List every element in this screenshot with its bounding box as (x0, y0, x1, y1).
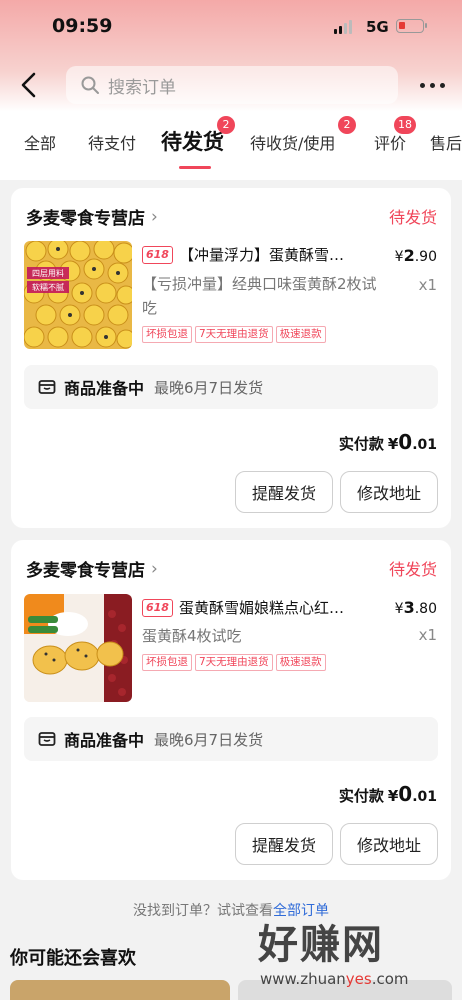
tab-pending-shipment-badge: 2 (217, 116, 235, 134)
recommend-item-image[interactable] (10, 980, 230, 1000)
chevron-right-icon: › (151, 558, 158, 579)
product-title-line[interactable]: 618 【冲量浮力】蛋黄酥雪… (142, 244, 372, 265)
watermark-logo: 好赚网 www.zhuanyes.com (258, 912, 458, 998)
product-image: 四层用料 软糯不腻 (24, 241, 132, 349)
tab-all[interactable]: 全部 (24, 130, 56, 154)
service-tag: 坏损包退 (142, 654, 192, 671)
order-tabs: 全部 待支付 待发货 2 待收货/使用 2 评价 18 售后 (0, 116, 462, 172)
watermark-main: 好赚网 (258, 922, 384, 968)
paid-amount: 实付款 ¥0.01 (339, 782, 437, 806)
modify-address-button[interactable]: 修改地址 (340, 823, 438, 865)
shop-name-link[interactable]: 多麦零食专营店 › (26, 204, 158, 230)
thumb-caption-2: 软糯不腻 (32, 282, 64, 292)
product-quantity: x1 (418, 626, 437, 644)
price-integer: 2 (403, 246, 415, 265)
status-bar: 09:59 5G (0, 0, 462, 52)
order-card[interactable]: 多麦零食专营店 › 待发货 四层用料 软糯不腻 618 【冲量浮力】蛋黄酥雪… (11, 188, 451, 528)
chevron-right-icon: › (151, 206, 158, 227)
paid-decimal: .01 (412, 437, 437, 453)
search-placeholder: 搜索订单 (108, 77, 176, 98)
remind-shipment-button[interactable]: 提醒发货 (235, 471, 333, 513)
product-title: 【冲量浮力】蛋黄酥雪… (178, 246, 344, 264)
shipping-status-title: 商品准备中 (64, 731, 145, 750)
network-label: 5G (366, 18, 389, 36)
paid-currency: ¥ (387, 787, 399, 805)
paid-currency: ¥ (387, 435, 399, 453)
shipping-status-bar[interactable]: 商品准备中 最晚6月7日发货 (24, 365, 438, 409)
shop-name: 多麦零食专营店 (26, 209, 145, 229)
shipping-eta: 最晚6月7日发货 (154, 378, 264, 397)
product-title: 蛋黄酥雪媚娘糕点心红… (178, 599, 344, 617)
product-spec: 【亏损冲量】经典口味蛋黄酥2枚试吃 (142, 275, 377, 317)
service-tag: 7天无理由退货 (195, 326, 273, 343)
watermark-url: www.zhuanyes.com (260, 970, 409, 988)
package-icon (38, 380, 56, 394)
paid-integer: 0 (398, 782, 413, 806)
product-thumbnail[interactable]: 四层用料 软糯不腻 (24, 241, 132, 349)
not-found-text: 没找到订单？试试查看 (133, 903, 273, 919)
product-spec: 蛋黄酥4枚试吃 (142, 627, 242, 645)
back-button[interactable] (16, 70, 44, 100)
search-icon (81, 76, 99, 94)
price-currency: ¥ (394, 601, 404, 617)
order-status: 待发货 (388, 208, 437, 227)
service-tag: 极速退款 (275, 654, 326, 671)
service-tag: 极速退款 (275, 326, 326, 343)
modify-address-button[interactable]: 修改地址 (340, 471, 438, 513)
paid-amount: 实付款 ¥0.01 (339, 430, 437, 454)
paid-integer: 0 (398, 430, 413, 454)
paid-label: 实付款 (338, 787, 384, 805)
tab-pending-shipment[interactable]: 待发货 (161, 126, 224, 156)
shop-name-link[interactable]: 多麦零食专营店 › (26, 556, 158, 582)
tab-reviews-badge: 18 (394, 116, 416, 134)
battery-icon (396, 19, 427, 33)
paid-label: 实付款 (338, 435, 384, 453)
service-tags: 坏损包退 7天无理由退货 极速退款 (142, 326, 326, 343)
paid-decimal: .01 (412, 789, 437, 805)
shipping-status-bar[interactable]: 商品准备中 最晚6月7日发货 (24, 717, 438, 761)
signal-icon (334, 20, 352, 34)
search-input[interactable]: 搜索订单 (66, 66, 398, 104)
promo-tag: 618 (142, 598, 173, 617)
back-arrow-icon (21, 72, 36, 98)
price-decimal: .80 (414, 601, 437, 617)
navbar: 搜索订单 (0, 62, 462, 108)
status-time: 09:59 (52, 15, 113, 37)
product-thumbnail[interactable] (24, 594, 132, 702)
product-image (24, 594, 132, 702)
tab-pending-payment[interactable]: 待支付 (88, 130, 136, 154)
thumb-caption-1: 四层用料 (32, 268, 64, 278)
product-price: ¥3.80 (395, 598, 437, 617)
order-status: 待发货 (388, 560, 437, 579)
service-tag: 坏损包退 (142, 326, 192, 343)
service-tags: 坏损包退 7天无理由退货 极速退款 (142, 654, 326, 671)
product-quantity: x1 (418, 276, 437, 294)
package-icon (38, 732, 56, 746)
service-tag: 7天无理由退货 (195, 654, 273, 671)
recommend-title: 你可能还会喜欢 (10, 948, 136, 969)
shipping-status-title: 商品准备中 (64, 379, 145, 398)
promo-tag: 618 (142, 245, 173, 264)
price-decimal: .90 (414, 249, 437, 265)
shop-name: 多麦零食专营店 (26, 561, 145, 581)
price-integer: 3 (403, 598, 415, 617)
remind-shipment-button[interactable]: 提醒发货 (235, 823, 333, 865)
shipping-eta: 最晚6月7日发货 (154, 730, 264, 749)
more-options-icon[interactable] (420, 76, 448, 94)
product-price: ¥2.90 (395, 246, 437, 265)
active-tab-indicator (179, 166, 211, 169)
price-currency: ¥ (394, 249, 404, 265)
tab-after-sales[interactable]: 售后 (430, 130, 462, 154)
tab-pending-receipt[interactable]: 待收货/使用 (250, 130, 335, 154)
tab-pending-receipt-badge: 2 (338, 116, 356, 134)
product-title-line[interactable]: 618 蛋黄酥雪媚娘糕点心红… (142, 597, 372, 618)
order-card[interactable]: 多麦零食专营店 › 待发货 618 蛋黄酥雪媚娘糕点心红… ¥3.80 蛋黄酥4… (11, 540, 451, 880)
